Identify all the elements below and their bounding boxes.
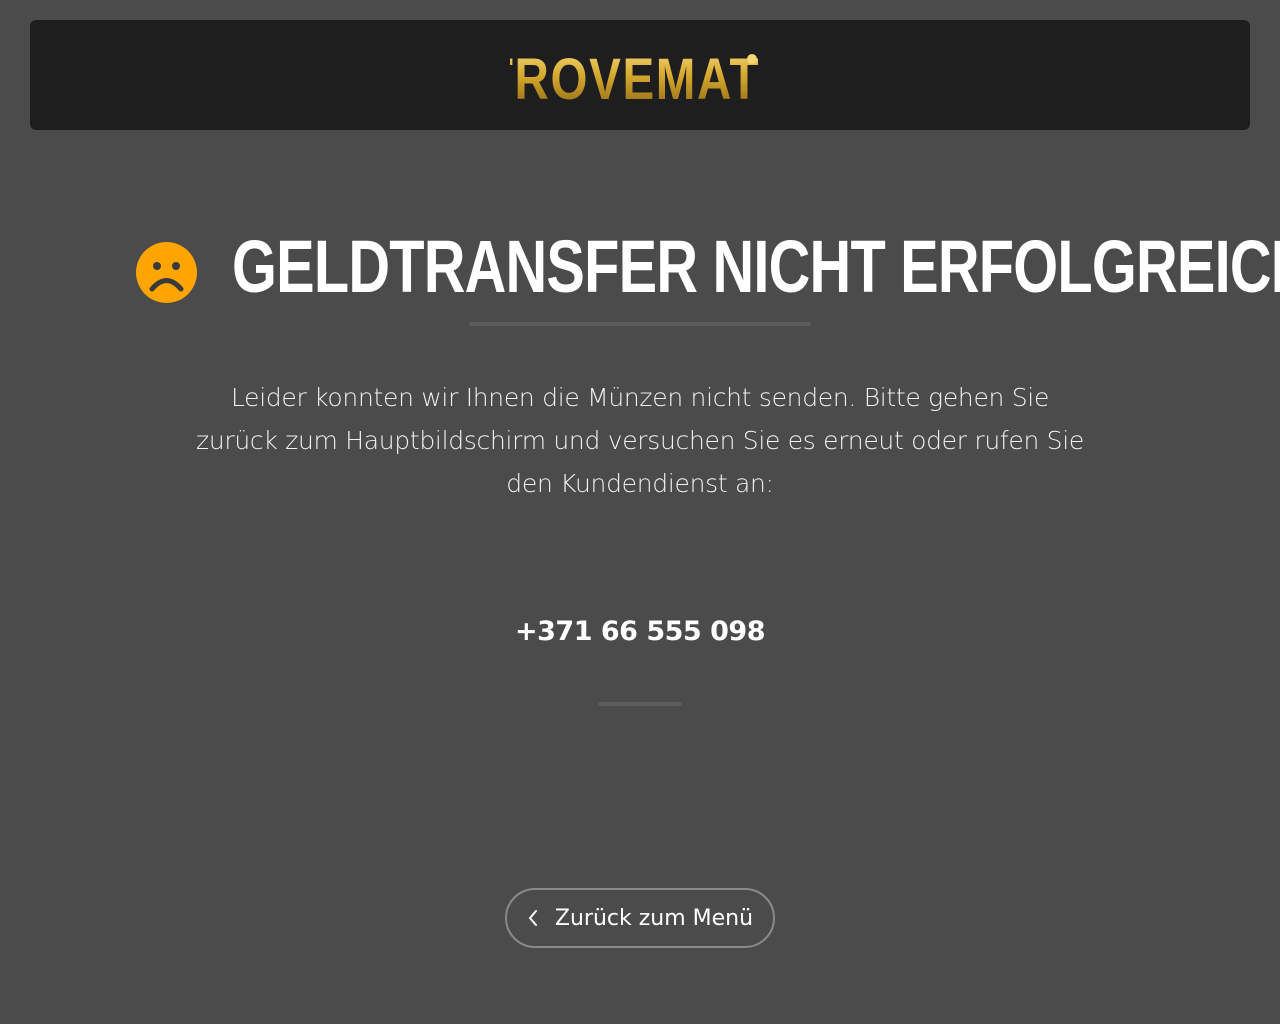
logo: TROVEMAT [30,42,1250,106]
logo-text: TROVEMAT [510,48,760,106]
back-button-label: Zurück zum Menü [554,905,754,931]
status-title-row: Geldtransfer nicht erfolgreich [0,222,1280,312]
dot-icon [747,54,757,64]
chevron-left-icon [528,910,537,926]
error-message: Leider konnten wir Ihnen die Münzen nich… [196,383,1084,498]
trovemat-logo: TROVEMAT [510,48,760,106]
sad-face-icon [136,242,197,303]
back-to-menu-button[interactable]: Zurück zum Menü [505,888,775,948]
support-phone: +371 66 555 098 [515,616,765,647]
page-title: Geldtransfer nicht erfolgreich [232,225,1280,308]
phone-divider [598,702,682,706]
header-bar: TROVEMAT [30,20,1250,130]
title-divider [469,322,811,326]
